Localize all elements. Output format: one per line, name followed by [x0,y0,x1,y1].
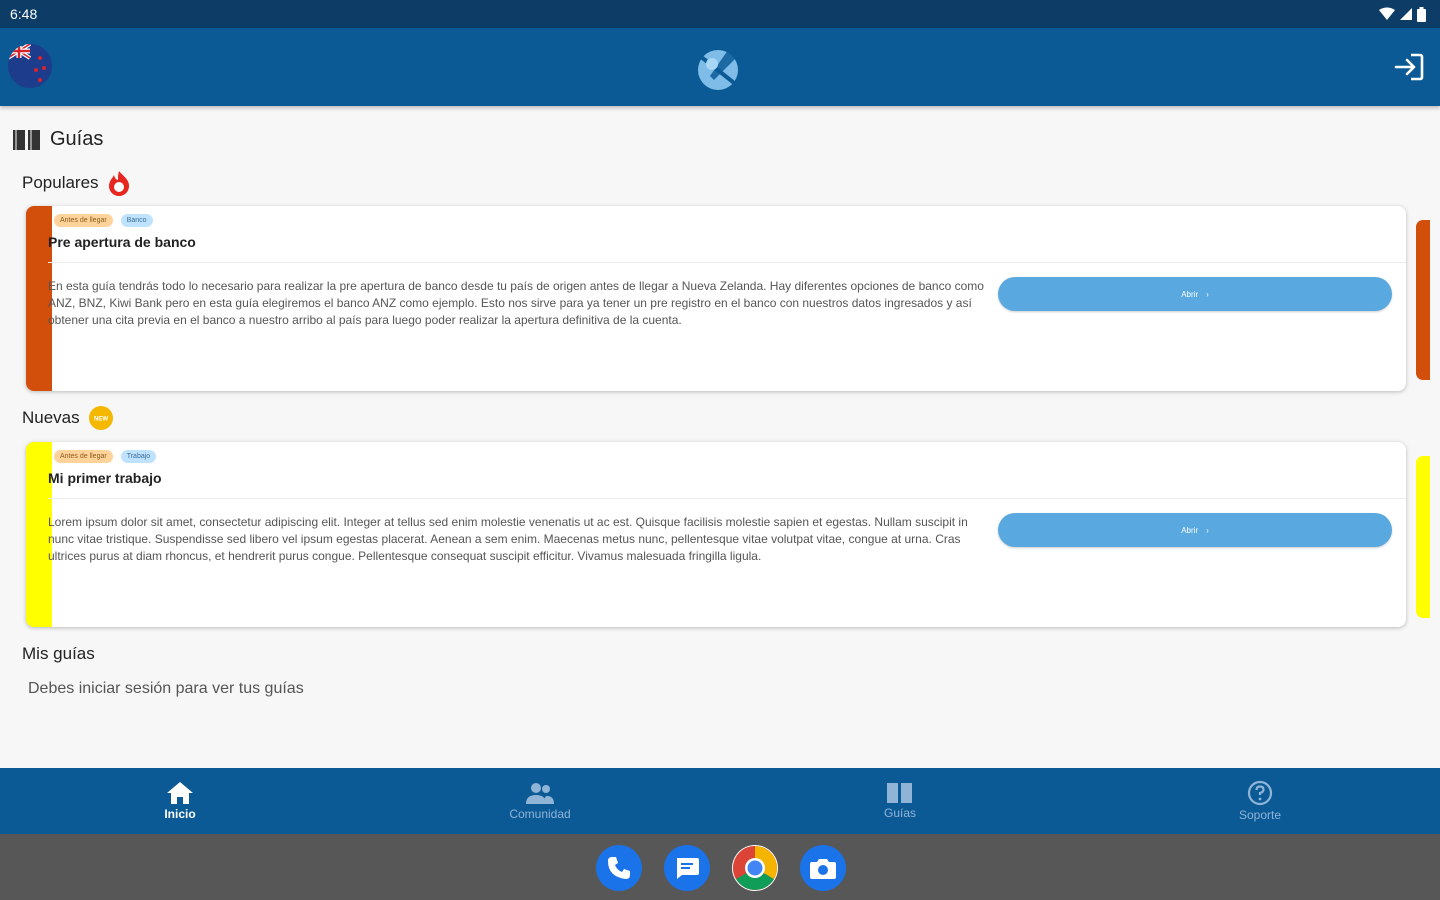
section-my-guides-title: Mis guías [22,644,95,663]
chrome-app[interactable] [732,845,778,891]
messages-icon [677,858,699,879]
status-bar: 6:48 [0,0,1440,28]
page-title-text: Guías [50,128,104,150]
card-divider [48,262,1406,263]
wifi-icon [1379,7,1395,20]
card-title: Mi primer trabajo [48,470,162,486]
battery-icon [1417,6,1426,22]
open-guide-button[interactable]: Abrir › [998,513,1392,547]
camera-icon [810,859,836,879]
section-new: Nuevas NEW [22,405,114,431]
community-icon [526,783,554,804]
card-title: Pre apertura de banco [48,234,196,250]
nav-label: Comunidad [509,807,571,821]
help-icon [1247,780,1273,806]
home-icon [167,782,193,804]
status-icons [1379,6,1426,22]
section-popular: Populares [22,170,131,196]
app-bar [0,28,1440,106]
card-tags: Antes de llegar Trabajo [54,450,157,463]
login-required-message: Debes iniciar sesión para ver tus guías [28,680,304,697]
app-dock [596,845,846,891]
chrome-icon [733,846,777,890]
nav-item-guias[interactable]: Guías [720,768,1080,834]
phone-app[interactable] [596,845,642,891]
login-button[interactable] [1390,50,1428,84]
new-badge-icon: NEW [88,406,113,430]
card-divider [48,498,1406,499]
card-tags: Antes de llegar Banco [54,214,153,227]
open-button-label: Abrir [1181,525,1199,535]
chevron-right-icon: › [1206,289,1209,299]
tag-antes-de-llegar: Antes de llegar [54,450,113,463]
camera-app[interactable] [800,845,846,891]
new-badge-text: NEW [94,417,108,423]
country-flag-button[interactable] [8,44,52,88]
signal-icon [1400,8,1412,20]
book-icon [887,783,912,803]
open-button-label: Abrir [1181,289,1199,299]
messages-app[interactable] [664,845,710,891]
status-time: 6:48 [10,6,38,22]
nav-item-soporte[interactable]: Soporte [1080,768,1440,834]
tag-antes-de-llegar: Antes de llegar [54,214,113,227]
phone-icon [608,857,630,879]
new-zealand-flag-icon [8,44,52,88]
nav-label: Inicio [164,807,196,821]
bottom-navigation: Inicio Comunidad Guías Soporte [0,768,1440,834]
guide-card-bank[interactable]: Antes de llegar Banco Pre apertura de ba… [26,206,1406,391]
fire-icon [108,171,129,196]
globe-plane-icon [692,42,746,96]
page-title: Guías [12,128,103,151]
nav-label: Guías [883,806,916,820]
nav-item-comunidad[interactable]: Comunidad [360,768,720,834]
book-icon [13,129,40,150]
next-card-peek-new[interactable] [1416,456,1430,618]
card-description: En esta guía tendrás todo lo necesario p… [48,279,984,327]
nav-label: Soporte [1238,808,1282,822]
chevron-right-icon: › [1206,525,1209,535]
section-my-guides: Mis guías [22,644,95,664]
tag-banco: Banco [120,214,153,227]
section-popular-title: Populares [22,173,99,192]
guide-card-first-job[interactable]: Antes de llegar Trabajo Mi primer trabaj… [26,442,1406,627]
nav-item-inicio[interactable]: Inicio [0,768,360,834]
login-icon [1394,53,1424,81]
system-taskbar [0,834,1440,900]
card-description: Lorem ipsum dolor sit amet, consectetur … [48,515,968,563]
next-card-peek-popular[interactable] [1416,220,1430,380]
tag-trabajo: Trabajo [120,450,157,463]
open-guide-button[interactable]: Abrir › [998,277,1392,311]
section-new-title: Nuevas [22,408,80,427]
